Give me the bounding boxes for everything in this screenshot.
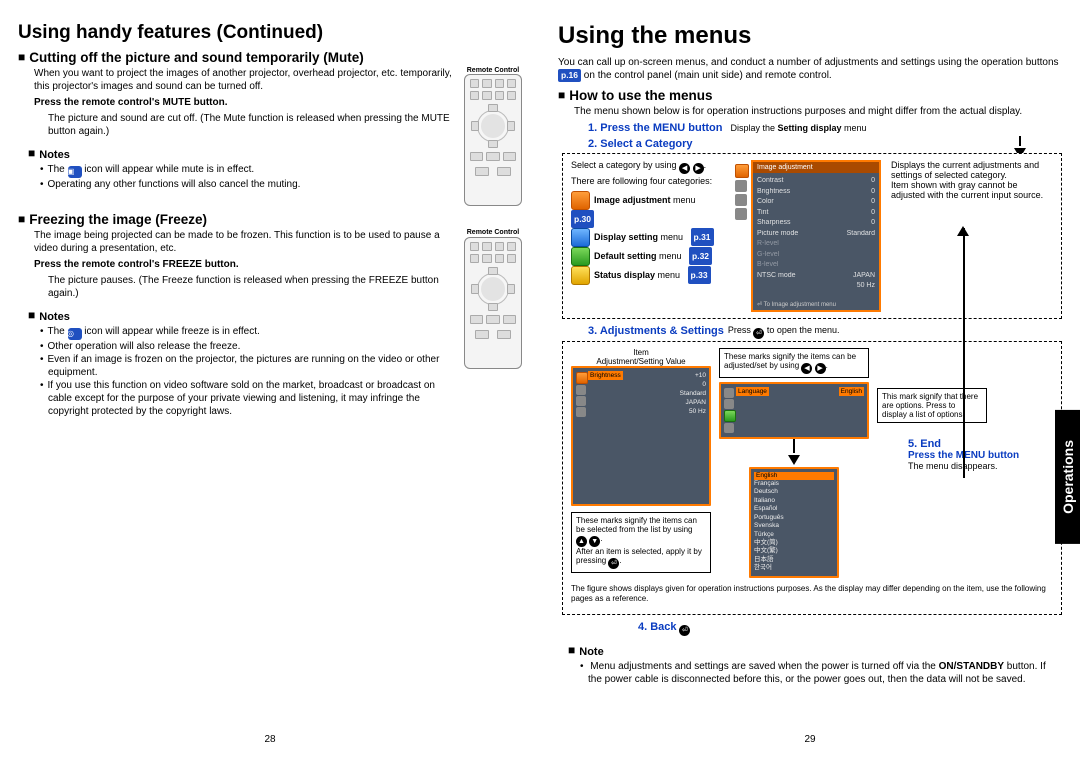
freeze-note-1: The icon will appear while freeze is in …: [44, 325, 456, 340]
mute-note-2: Operating any other functions will also …: [44, 178, 456, 191]
menu-screenshot: Image adjustment Contrast0Brightness0Col…: [751, 160, 881, 312]
mute-notes-label: Notes: [28, 146, 456, 161]
language-list-panel: EnglishFrançaisDeutschItalianoEspañolPor…: [749, 467, 839, 578]
mute-step: Press the remote control's MUTE button.: [18, 96, 456, 109]
step-1-label: 1. Press the MENU button: [588, 122, 722, 134]
down-arrow-icon: [589, 536, 600, 547]
page-ref: p.31: [691, 228, 714, 246]
freeze-heading: Freezing the image (Freeze): [18, 212, 522, 227]
arrow-down-icon-2: [788, 455, 800, 465]
page-ref-p16: p.16: [558, 69, 581, 82]
adjust-panel-a: Brightness+10 0 Standard JAPAN 50 Hz: [571, 366, 711, 506]
how-heading: How to use the menus: [558, 88, 1062, 103]
category-icon: [571, 191, 590, 210]
category-row: Image adjustment menu p.30: [571, 191, 721, 228]
marks-ud-note: These marks signify the items can be sel…: [571, 512, 711, 573]
page-title: Using the menus: [558, 22, 1062, 50]
page-28: Using handy features (Continued) Cutting…: [0, 10, 540, 753]
right-arrow-icon-2: [815, 363, 826, 374]
step-3-footnote: The figure shows displays given for oper…: [571, 584, 1053, 605]
category-row: Default setting menu p.32: [571, 247, 721, 266]
step-1-side: Display the Setting display menu: [730, 123, 866, 133]
category-side-text: Displays the current adjustments and set…: [891, 160, 1053, 312]
step-3-side: Press to open the menu.: [728, 325, 840, 338]
enter-icon-2: [608, 558, 619, 569]
mute-step-detail: The picture and sound are cut off. (The …: [18, 112, 456, 138]
remote-label-2: Remote Control: [464, 229, 522, 236]
how-desc: The menu shown below is for operation in…: [558, 105, 1062, 118]
remote-illustration: [464, 74, 522, 206]
remote-illustration-2: [464, 237, 522, 369]
category-row: Status display menu p.33: [571, 266, 721, 285]
freeze-icon: [68, 328, 82, 340]
right-arrow-icon: [693, 162, 704, 173]
freeze-step: Press the remote control's FREEZE button…: [18, 258, 456, 271]
enter-icon-3: [679, 624, 690, 635]
adjust-panel-b: LanguageEnglish: [719, 382, 869, 439]
options-note: This mark signify that there are options…: [877, 388, 987, 423]
left-arrow-icon: [679, 162, 690, 173]
arrow-up-icon: [957, 226, 969, 236]
mute-desc: When you want to project the images of a…: [18, 67, 456, 93]
mute-heading: Cutting off the picture and sound tempor…: [18, 50, 522, 65]
step-3-label: 3. Adjustments & Settings: [588, 325, 724, 337]
step-4-label: 4. Back: [638, 621, 677, 633]
freeze-notes-label: Notes: [28, 308, 456, 323]
up-arrow-icon: [576, 536, 587, 547]
step-2-text: Select a category by using .: [571, 160, 721, 173]
page-29: Using the menus You can call up on-scree…: [540, 10, 1080, 753]
mute-note-1: The icon will appear while mute is in ef…: [44, 163, 456, 178]
freeze-step-detail: The picture pauses. (The Freeze function…: [18, 274, 456, 300]
mute-icon: [68, 166, 82, 178]
category-row: Display setting menu p.31: [571, 228, 721, 247]
page-ref: p.32: [689, 247, 712, 265]
section-title: Using handy features (Continued): [18, 22, 522, 44]
freeze-note-3: Even if an image is frozen on the projec…: [44, 353, 456, 379]
final-note-label: Note: [568, 643, 1062, 658]
side-tab-operations: Operations: [1055, 410, 1080, 544]
category-icon: [571, 266, 590, 285]
page-ref: p.30: [571, 210, 594, 228]
page-ref: p.33: [688, 266, 711, 284]
step-2-label: 2. Select a Category: [588, 138, 1062, 150]
freeze-note-2: Other operation will also release the fr…: [44, 340, 456, 353]
page-number-right: 29: [540, 734, 1080, 745]
category-icon: [571, 247, 590, 266]
enter-icon: [753, 327, 764, 338]
marks-lr-note: These marks signify the items can be adj…: [719, 348, 869, 378]
page-number-left: 28: [0, 734, 540, 745]
freeze-note-4: If you use this function on video softwa…: [44, 379, 456, 418]
freeze-desc: The image being projected can be made to…: [18, 229, 456, 255]
left-arrow-icon-2: [801, 363, 812, 374]
intro-text: You can call up on-screen menus, and con…: [558, 56, 1062, 82]
step-3-box: Item Adjustment/Setting Value Brightness…: [562, 341, 1062, 615]
remote-label-1: Remote Control: [464, 67, 522, 74]
category-icon: [571, 228, 590, 247]
final-note: Menu adjustments and settings are saved …: [584, 660, 1062, 686]
step-2-box: Select a category by using . There are f…: [562, 153, 1062, 319]
